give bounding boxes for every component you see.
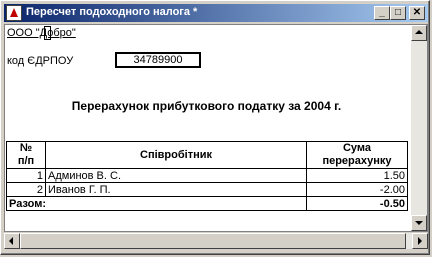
row-employee: Админов В. С. [45,168,307,183]
header-number-line2: п/п [17,155,35,167]
close-button[interactable]: ✕ [409,6,425,20]
table-row[interactable]: 1 Админов В. С. 1.50 [6,168,408,183]
code-value-box: 34789900 [115,52,201,68]
report-window: Пересчет подоходного налога * _ □ ✕ ООО … [0,0,430,255]
row-employee: Иванов Г. П. [45,182,307,197]
app-icon[interactable] [6,5,22,21]
row-number: 2 [6,182,46,197]
row-sum: 1.50 [306,168,408,183]
scroll-right-icon[interactable] [412,233,428,249]
window-title: Пересчет подоходного налога * [26,6,198,18]
row-sum: -2.00 [306,182,408,197]
horizontal-scrollbar[interactable] [4,233,428,249]
minimize-button[interactable]: _ [374,6,390,20]
title-bar[interactable]: Пересчет подоходного налога * _ □ ✕ [4,4,428,22]
code-label: код ЄДРПОУ [7,55,74,67]
table-row[interactable]: 2 Иванов Г. П. -2.00 [6,182,408,197]
header-sum-line2: перерахунку [322,155,392,167]
report-title: Перерахунок прибуткового податку за 2004… [71,99,342,113]
maximize-button[interactable]: □ [390,6,406,20]
header-employee: Співробітник [45,141,307,169]
scroll-thumb[interactable] [20,233,406,249]
header-sum: Сума перерахунку [306,141,408,169]
recalc-table: № п/п Співробітник Сума перерахунку 1 Ад… [6,141,408,211]
report-canvas: ООО "Добро" код ЄДРПОУ 34789900 Перераху… [4,24,428,232]
text-cursor [44,26,51,40]
header-number: № п/п [6,141,46,169]
total-value: -0.50 [306,196,408,211]
company-name: ООО "Добро" [7,27,76,39]
vertical-scrollbar[interactable] [411,25,427,231]
header-sum-line1: Сума [342,142,372,154]
table-header-row: № п/п Співробітник Сума перерахунку [6,141,408,169]
total-label: Разом: [6,196,307,211]
header-number-line1: № [19,142,33,154]
total-row: Разом: -0.50 [6,196,408,211]
scroll-down-icon[interactable] [411,215,427,231]
scroll-up-icon[interactable] [411,25,427,41]
row-number: 1 [6,168,46,183]
scroll-left-icon[interactable] [4,233,20,249]
